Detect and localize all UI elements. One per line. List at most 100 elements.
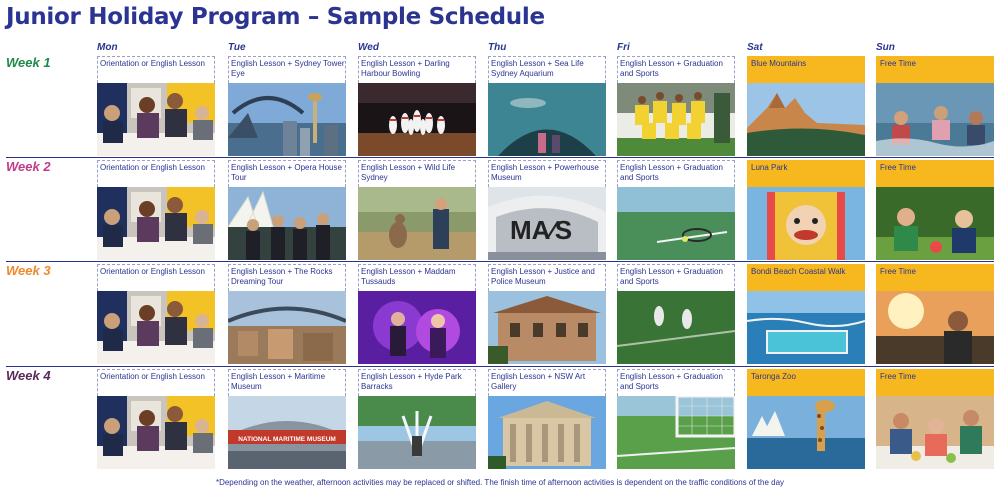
schedule-cell-sat: Luna Park: [747, 160, 865, 260]
activity-photo-classroom: [97, 396, 215, 469]
schedule-cell-tue: English Lesson + The Rocks Dreaming Tour: [228, 264, 346, 364]
mas-sign: MA∕S: [510, 215, 572, 245]
activity-photo-classroom: [97, 291, 215, 364]
schedule-cell-tue: English Lesson + Maritime Museum NATIONAL…: [228, 369, 346, 469]
maritime-museum-sign: NATIONAL MARITIME MUSEUM: [238, 436, 336, 443]
schedule-cell-wed: English Lesson + Wild Life Sydney: [358, 160, 476, 260]
activity-photo-lunapark: [747, 187, 865, 260]
schedule-cell-thu: English Lesson + Sea Life Sydney Aquariu…: [488, 56, 606, 156]
activity-photo-aquarium: [488, 83, 606, 156]
schedule-cell-sun: Free Time: [876, 369, 994, 469]
activity-photo-fountain: [358, 396, 476, 469]
activity-photo-wildlife: [358, 187, 476, 260]
activity-photo-soccer: [617, 83, 735, 156]
activity-photo-opera: [228, 187, 346, 260]
schedule-cell-sun: Free Time: [876, 56, 994, 156]
week-label-3: Week 3: [6, 263, 51, 278]
activity-photo-tussauds: [358, 291, 476, 364]
activity-caption: Free Time: [876, 160, 994, 187]
schedule-cell-wed: English Lesson + Darling Harbour Bowling: [358, 56, 476, 156]
activity-caption: English Lesson + Graduation and Sports: [617, 56, 735, 83]
schedule-cell-wed: English Lesson + Hyde Park Barracks: [358, 369, 476, 469]
week-separator: [6, 157, 994, 158]
activity-caption: Luna Park: [747, 160, 865, 187]
activity-photo-bowling: [358, 83, 476, 156]
schedule-cell-sat: Blue Mountains: [747, 56, 865, 156]
week-separator: [6, 261, 994, 262]
activity-caption: Orientation or English Lesson: [97, 264, 215, 291]
activity-photo-rocks: [228, 291, 346, 364]
schedule-cell-fri: English Lesson + Graduation and Sports: [617, 56, 735, 156]
activity-caption: Free Time: [876, 56, 994, 83]
week-label-2: Week 2: [6, 159, 51, 174]
schedule-cell-sun: Free Time: [876, 264, 994, 364]
day-header-wed: Wed: [358, 42, 379, 53]
activity-caption: Orientation or English Lesson: [97, 56, 215, 83]
activity-photo-tennis: [617, 187, 735, 260]
activity-caption: English Lesson + Hyde Park Barracks: [358, 369, 476, 396]
activity-caption: English Lesson + Graduation and Sports: [617, 264, 735, 291]
day-header-sat: Sat: [747, 42, 763, 53]
activity-caption: English Lesson + Maritime Museum: [228, 369, 346, 396]
schedule-cell-thu: English Lesson + NSW Art Gallery: [488, 369, 606, 469]
schedule-cell-thu: English Lesson + Powerhouse Museum MA∕S: [488, 160, 606, 260]
activity-caption: English Lesson + Justice and Police Muse…: [488, 264, 606, 291]
schedule-cell-sat: Bondi Beach Coastal Walk: [747, 264, 865, 364]
activity-photo-grass: [617, 291, 735, 364]
activity-caption: English Lesson + NSW Art Gallery: [488, 369, 606, 396]
activity-caption: English Lesson + Sea Life Sydney Aquariu…: [488, 56, 606, 83]
schedule-cell-fri: English Lesson + Graduation and Sports: [617, 264, 735, 364]
activity-photo-goal: [617, 396, 735, 469]
activity-caption: Orientation or English Lesson: [97, 369, 215, 396]
activity-photo-artgallery: [488, 396, 606, 469]
schedule-cell-mon: Orientation or English Lesson: [97, 264, 215, 364]
week-label-4: Week 4: [6, 368, 51, 383]
footnote: *Depending on the weather, afternoon act…: [215, 478, 785, 487]
day-header-thu: Thu: [488, 42, 507, 53]
activity-photo-powerhouse: MA∕S: [488, 187, 606, 260]
activity-caption: Free Time: [876, 264, 994, 291]
week-label-1: Week 1: [6, 55, 51, 70]
activity-photo-bondi: [747, 291, 865, 364]
day-header-fri: Fri: [617, 42, 630, 53]
activity-photo-freebeach: [876, 83, 994, 156]
activity-photo-maritime: NATIONAL MARITIME MUSEUM: [228, 396, 346, 469]
schedule-cell-thu: English Lesson + Justice and Police Muse…: [488, 264, 606, 364]
schedule-cell-mon: Orientation or English Lesson: [97, 369, 215, 469]
day-header-tue: Tue: [228, 42, 246, 53]
activity-caption: Free Time: [876, 369, 994, 396]
activity-photo-taronga: [747, 396, 865, 469]
schedule-cell-tue: English Lesson + Opera House Tour: [228, 160, 346, 260]
schedule-cell-wed: English Lesson + Maddam Tussauds: [358, 264, 476, 364]
activity-caption: Bondi Beach Coastal Walk: [747, 264, 865, 291]
activity-photo-bluemountains: [747, 83, 865, 156]
activity-caption: English Lesson + The Rocks Dreaming Tour: [228, 264, 346, 291]
activity-caption: English Lesson + Graduation and Sports: [617, 369, 735, 396]
activity-caption: English Lesson + Opera House Tour: [228, 160, 346, 187]
activity-photo-family: [876, 396, 994, 469]
schedule-cell-sat: Taronga Zoo: [747, 369, 865, 469]
activity-photo-police: [488, 291, 606, 364]
activity-photo-classroom: [97, 187, 215, 260]
schedule-cell-sun: Free Time: [876, 160, 994, 260]
schedule-cell-mon: Orientation or English Lesson: [97, 56, 215, 156]
page-title: Junior Holiday Program – Sample Schedule: [6, 4, 545, 30]
activity-photo-sunset: [876, 291, 994, 364]
activity-caption: English Lesson + Darling Harbour Bowling: [358, 56, 476, 83]
activity-caption: English Lesson + Maddam Tussauds: [358, 264, 476, 291]
activity-caption: English Lesson + Powerhouse Museum: [488, 160, 606, 187]
week-separator: [6, 366, 994, 367]
activity-caption: Blue Mountains: [747, 56, 865, 83]
schedule-cell-fri: English Lesson + Graduation and Sports: [617, 369, 735, 469]
activity-caption: Orientation or English Lesson: [97, 160, 215, 187]
schedule-cell-mon: Orientation or English Lesson: [97, 160, 215, 260]
schedule-cell-tue: English Lesson + Sydney Tower Eye: [228, 56, 346, 156]
activity-caption: English Lesson + Graduation and Sports: [617, 160, 735, 187]
activity-caption: English Lesson + Wild Life Sydney: [358, 160, 476, 187]
activity-photo-classroom: [97, 83, 215, 156]
activity-photo-kidsplay: [876, 187, 994, 260]
day-header-sun: Sun: [876, 42, 895, 53]
activity-photo-sydneytower: [228, 83, 346, 156]
schedule-cell-fri: English Lesson + Graduation and Sports: [617, 160, 735, 260]
activity-caption: Taronga Zoo: [747, 369, 865, 396]
